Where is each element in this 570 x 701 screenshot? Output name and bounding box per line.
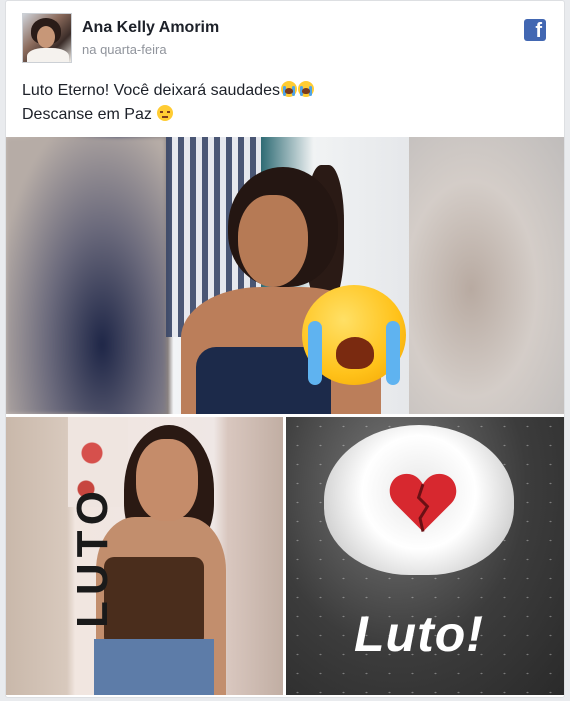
photo-luto-vertical[interactable]: LUTO [6,417,283,695]
post-text-line: Descanse em Paz [22,103,314,127]
crying-face-emoji-icon [280,81,297,97]
loudly-crying-emoji-icon [302,285,406,385]
avatar[interactable] [22,13,72,63]
broken-heart-icon [389,473,457,532]
post-text-line1: Luto Eterno! Você deixará saudades [22,82,280,99]
pensive-face-emoji-icon [157,105,174,121]
post-timestamp[interactable]: na quarta-feira [82,42,167,57]
luto-overlay-text: LUTO [68,485,117,629]
photo-white-rose[interactable]: Luto! [286,417,564,695]
author-name[interactable]: Ana Kelly Amorim [82,19,219,37]
post-card: Ana Kelly Amorim na quarta-feira f Luto … [5,0,565,698]
post-header: Ana Kelly Amorim na quarta-feira f [22,13,548,65]
post-text-line: Luto Eterno! Você deixará saudades [22,79,314,103]
post-text-line2: Descanse em Paz [22,106,152,123]
crying-face-emoji-icon [297,81,314,97]
facebook-icon[interactable]: f [524,19,546,41]
post-text: Luto Eterno! Você deixará saudades Desca… [22,79,314,127]
photo-main[interactable] [6,137,564,414]
luto-overlay-text: Luto! [354,606,484,662]
